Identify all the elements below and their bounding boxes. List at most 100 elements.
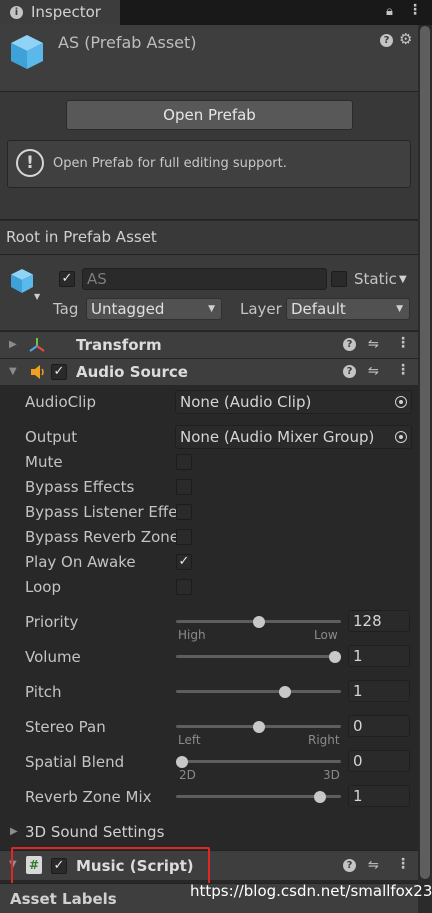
foldout-arrow-icon[interactable]: ▼ — [9, 366, 17, 377]
gameobject-cube-icon[interactable] — [10, 268, 34, 294]
spatial-blend-value-field[interactable]: 0 — [348, 750, 410, 772]
bypass-listener-effects-label: Bypass Listener Effe — [25, 503, 176, 521]
help-icon[interactable]: ? — [343, 338, 356, 351]
icon-dropdown-caret[interactable]: ▼ — [34, 292, 40, 301]
stereo-pan-min-label: Left — [178, 733, 201, 747]
static-checkbox[interactable] — [331, 271, 347, 287]
help-icon[interactable]: ? — [343, 365, 356, 378]
chevron-down-icon: ▼ — [208, 304, 215, 314]
object-picker-icon[interactable] — [395, 431, 407, 443]
inspector-header: AS (Prefab Asset) ? ⚙ — [0, 25, 432, 92]
play-on-awake-label: Play On Awake — [25, 553, 136, 571]
presets-icon[interactable]: ⇋ — [368, 859, 379, 872]
spatial-blend-slider-track[interactable] — [176, 760, 341, 763]
presets-icon[interactable]: ⇋ — [368, 365, 379, 378]
info-icon: i — [10, 6, 23, 19]
reverb-zone-mix-value-field[interactable]: 1 — [348, 785, 410, 807]
tab-title: Inspector — [31, 3, 101, 21]
help-text: Open Prefab for full editing support. — [53, 156, 287, 171]
stereo-pan-slider-knob[interactable] — [252, 721, 265, 733]
speaker-icon — [31, 365, 44, 379]
output-label: Output — [25, 428, 78, 446]
bypass-effects-checkbox[interactable] — [176, 479, 192, 495]
more-menu-icon[interactable]: ⋮ — [396, 335, 410, 351]
bypass-reverb-zones-checkbox[interactable] — [176, 529, 192, 545]
priority-value-field[interactable]: 128 — [348, 610, 410, 632]
asset-title: AS (Prefab Asset) — [58, 33, 197, 52]
audio-source-component-header[interactable]: ▼ ✓ Audio Source ? ⇋ ⋮ — [0, 358, 418, 385]
help-icon[interactable]: ? — [380, 34, 393, 47]
gear-icon[interactable]: ⚙ — [399, 32, 412, 47]
volume-label: Volume — [25, 648, 81, 666]
bypass-effects-label: Bypass Effects — [25, 478, 135, 496]
layer-dropdown[interactable]: Default ▼ — [286, 298, 410, 320]
scrollbar-thumb[interactable] — [420, 26, 430, 879]
object-picker-icon[interactable] — [395, 396, 407, 408]
reverb-zone-mix-label: Reverb Zone Mix — [25, 788, 152, 806]
transform-title: Transform — [76, 336, 162, 354]
tag-value: Untagged — [91, 300, 165, 318]
output-value: None (Audio Mixer Group) — [180, 428, 375, 446]
audioclip-label: AudioClip — [25, 393, 96, 411]
more-menu-icon[interactable]: ⋮ — [396, 362, 410, 378]
volume-value-field[interactable]: 1 — [348, 645, 410, 667]
prefab-cube-icon — [11, 35, 43, 69]
stereo-pan-label: Stereo Pan — [25, 718, 106, 736]
foldout-arrow-icon[interactable]: ▶ — [10, 826, 18, 837]
tab-inspector[interactable]: i Inspector — [0, 0, 121, 25]
presets-icon[interactable]: ⇋ — [368, 338, 379, 351]
tag-label: Tag — [53, 300, 79, 318]
root-bar: Root in Prefab Asset — [0, 221, 432, 255]
3d-sound-settings-foldout[interactable]: 3D Sound Settings — [25, 823, 164, 841]
tag-dropdown[interactable]: Untagged ▼ — [86, 298, 222, 320]
layer-label: Layer — [240, 300, 282, 318]
mute-label: Mute — [25, 453, 63, 471]
highlight-box — [11, 847, 210, 885]
lock-icon[interactable]: 🔒︎ — [386, 4, 393, 19]
asset-labels-title: Asset Labels — [10, 890, 117, 908]
bypass-reverb-zones-label: Bypass Reverb Zone — [25, 528, 176, 546]
active-checkbox[interactable]: ✓ — [59, 271, 75, 287]
pitch-value-field[interactable]: 1 — [348, 680, 410, 702]
reverb-zone-mix-slider-knob[interactable] — [313, 791, 326, 803]
gameobject-name-field[interactable]: AS — [82, 268, 327, 290]
priority-label: Priority — [25, 613, 79, 631]
warning-icon: ! — [16, 149, 44, 177]
root-label: Root in Prefab Asset — [6, 228, 157, 246]
open-prefab-button[interactable]: Open Prefab — [66, 100, 353, 130]
spatial-blend-slider-knob[interactable] — [176, 756, 188, 768]
audioclip-field[interactable]: None (Audio Clip) — [175, 390, 412, 414]
stereo-pan-value-field[interactable]: 0 — [348, 715, 410, 737]
watermark-text: https://blog.csdn.net/smallfox233 — [190, 882, 432, 900]
spatial-blend-max-label: 3D — [323, 768, 340, 782]
play-on-awake-checkbox[interactable]: ✓ — [176, 554, 192, 570]
bypass-listener-effects-checkbox[interactable] — [176, 504, 192, 520]
static-dropdown-icon[interactable]: ▼ — [399, 274, 407, 285]
output-field[interactable]: None (Audio Mixer Group) — [175, 425, 412, 449]
transform-icon — [29, 338, 45, 352]
more-menu-icon[interactable]: ⋮ — [396, 856, 410, 872]
spatial-blend-label: Spatial Blend — [25, 753, 125, 771]
mute-checkbox[interactable] — [176, 454, 192, 470]
audio-source-enabled-checkbox[interactable]: ✓ — [51, 364, 67, 380]
stereo-pan-max-label: Right — [308, 733, 340, 747]
loop-label: Loop — [25, 578, 61, 596]
transform-component-header[interactable]: ▶ Transform ? ⇋ ⋮ — [0, 331, 418, 358]
pitch-slider-track[interactable] — [176, 690, 341, 693]
foldout-arrow-icon[interactable]: ▶ — [9, 339, 17, 350]
audioclip-value: None (Audio Clip) — [180, 393, 312, 411]
loop-checkbox[interactable] — [176, 579, 192, 595]
static-label: Static — [354, 270, 397, 288]
chevron-down-icon: ▼ — [396, 304, 403, 314]
spatial-blend-min-label: 2D — [179, 768, 196, 782]
priority-max-label: Low — [314, 628, 338, 642]
priority-min-label: High — [178, 628, 206, 642]
volume-slider-track[interactable] — [176, 655, 341, 658]
help-icon[interactable]: ? — [343, 859, 356, 872]
layer-value: Default — [291, 300, 346, 318]
more-menu-icon[interactable]: ⋮ — [408, 2, 422, 18]
pitch-label: Pitch — [25, 683, 62, 701]
priority-slider-knob[interactable] — [252, 616, 265, 628]
volume-slider-knob[interactable] — [329, 651, 341, 663]
pitch-slider-knob[interactable] — [278, 686, 291, 698]
